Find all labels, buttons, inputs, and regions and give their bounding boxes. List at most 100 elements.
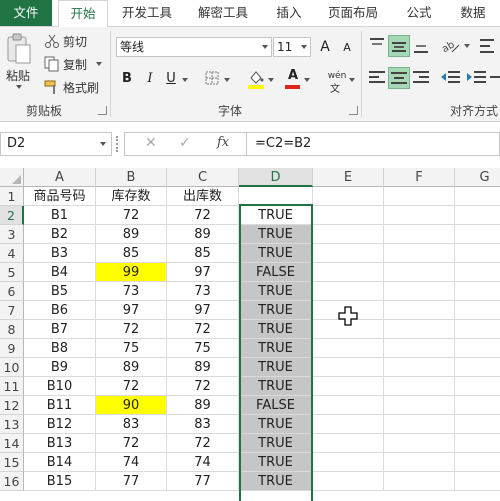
result-cell[interactable]: TRUE [239,244,313,263]
shrink-font-button[interactable]: A [338,39,356,57]
row-header[interactable]: 4 [0,244,24,263]
empty-cell[interactable] [313,358,384,377]
stock-cell[interactable]: 75 [96,339,167,358]
tab-data[interactable]: 数据 [450,0,496,26]
empty-cell[interactable] [313,453,384,472]
column-header-c[interactable]: C [167,168,239,187]
tab-formulas[interactable]: 公式 [396,0,442,26]
empty-cell[interactable] [455,187,500,206]
product-code-cell[interactable]: B1 [24,206,96,225]
outbound-cell[interactable]: 72 [167,434,239,453]
resize-handle[interactable] [116,136,118,152]
column-header-g[interactable]: G [455,168,500,187]
result-cell[interactable]: TRUE [239,206,313,225]
stock-cell[interactable]: 72 [96,377,167,396]
product-code-cell[interactable]: B2 [24,225,96,244]
product-code-cell[interactable]: B9 [24,358,96,377]
empty-cell[interactable] [384,434,455,453]
empty-cell[interactable] [455,206,500,225]
column-header-a[interactable]: A [24,168,96,187]
align-left-button[interactable] [366,67,388,89]
row-header[interactable]: 11 [0,377,24,396]
empty-cell[interactable] [384,396,455,415]
empty-cell[interactable] [384,453,455,472]
row-header[interactable]: 13 [0,415,24,434]
product-code-cell[interactable]: B8 [24,339,96,358]
column-header-b[interactable]: B [96,168,167,187]
result-cell[interactable]: TRUE [239,301,313,320]
product-code-cell[interactable]: B13 [24,434,96,453]
empty-cell[interactable] [455,453,500,472]
row-header[interactable]: 2 [0,206,24,225]
empty-cell[interactable] [384,263,455,282]
stock-cell[interactable]: 89 [96,225,167,244]
result-cell[interactable]: FALSE [239,396,313,415]
header-cell[interactable]: 商品号码 [24,187,96,206]
stock-cell[interactable]: 72 [96,434,167,453]
underline-dropdown-icon[interactable] [182,78,188,82]
tab-insert[interactable]: 插入 [266,0,312,26]
bold-button[interactable]: B [118,70,136,88]
align-center-button[interactable] [388,67,410,89]
row-header[interactable]: 10 [0,358,24,377]
header-cell[interactable]: 出库数 [167,187,239,206]
empty-cell[interactable] [455,472,500,491]
font-launcher-icon[interactable] [349,106,358,115]
fill-color-dropdown-icon[interactable] [268,78,274,82]
font-color-dropdown-icon[interactable] [304,78,310,82]
outbound-cell[interactable]: 72 [167,320,239,339]
result-cell[interactable]: TRUE [239,453,313,472]
enter-icon[interactable]: ✓ [179,135,191,151]
empty-cell[interactable] [455,225,500,244]
outbound-cell[interactable]: 72 [167,377,239,396]
stock-cell[interactable]: 97 [96,301,167,320]
outbound-cell[interactable]: 89 [167,358,239,377]
product-code-cell[interactable]: B12 [24,415,96,434]
header-cell[interactable]: 库存数 [96,187,167,206]
empty-cell[interactable] [455,301,500,320]
product-code-cell[interactable]: B11 [24,396,96,415]
font-color-button[interactable]: A [284,68,300,89]
outbound-cell[interactable]: 77 [167,472,239,491]
row-header[interactable]: 6 [0,282,24,301]
row-header[interactable]: 7 [0,301,24,320]
empty-cell[interactable] [313,187,384,206]
cut-button[interactable]: 剪切 [63,33,87,50]
tab-home[interactable]: 开始 [58,0,108,27]
empty-cell[interactable] [455,282,500,301]
font-name-select[interactable]: 等线 [116,37,272,57]
empty-cell[interactable] [384,244,455,263]
result-cell[interactable]: TRUE [239,339,313,358]
align-top-button[interactable] [366,35,388,57]
product-code-cell[interactable]: B10 [24,377,96,396]
row-header[interactable]: 1 [0,187,24,206]
empty-cell[interactable] [313,263,384,282]
empty-cell[interactable] [384,187,455,206]
underline-button[interactable]: U [162,70,180,88]
empty-cell[interactable] [313,377,384,396]
fill-color-icon[interactable] [247,69,265,89]
result-cell[interactable]: TRUE [239,320,313,339]
empty-cell[interactable] [455,377,500,396]
row-header[interactable]: 15 [0,453,24,472]
row-header[interactable]: 16 [0,472,24,491]
clipboard-launcher-icon[interactable] [98,106,107,115]
header-cell[interactable] [239,187,313,206]
result-cell[interactable]: TRUE [239,415,313,434]
grow-font-button[interactable]: A [316,38,334,56]
empty-cell[interactable] [313,472,384,491]
format-painter-button[interactable]: 格式刷 [63,79,99,96]
stock-cell[interactable]: 77 [96,472,167,491]
outbound-cell[interactable]: 72 [167,206,239,225]
empty-cell[interactable] [313,225,384,244]
product-code-cell[interactable]: B3 [24,244,96,263]
stock-cell[interactable]: 73 [96,282,167,301]
result-cell[interactable]: FALSE [239,263,313,282]
stock-cell[interactable]: 72 [96,206,167,225]
font-size-select[interactable]: 11 [273,37,311,57]
column-header-f[interactable]: F [384,168,455,187]
copy-dropdown-icon[interactable] [96,62,102,66]
outbound-cell[interactable]: 73 [167,282,239,301]
copy-button[interactable]: 复制 [63,56,87,73]
row-header[interactable]: 5 [0,263,24,282]
